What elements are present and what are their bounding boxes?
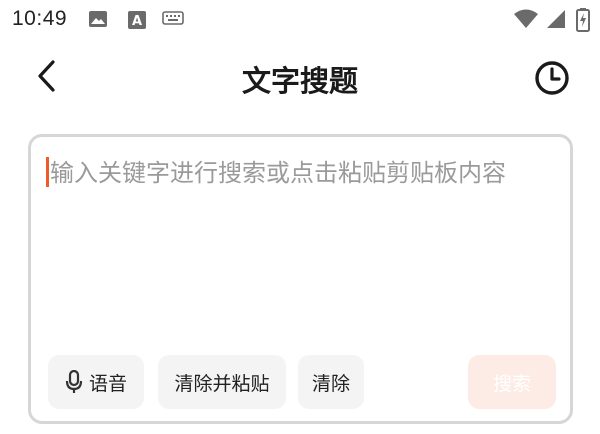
voice-button-label: 语音 <box>88 372 127 395</box>
search-input[interactable] <box>46 153 558 353</box>
wifi-icon <box>513 8 539 34</box>
search-input-area <box>46 153 558 353</box>
search-button[interactable]: 搜索 <box>468 355 556 409</box>
status-time: 10:49 <box>12 7 68 30</box>
text-caret <box>46 157 49 187</box>
search-card: 语音 清除并粘贴 清除 搜索 <box>28 134 573 424</box>
clear-and-paste-label: 清除并粘贴 <box>174 372 270 395</box>
image-icon <box>88 10 108 32</box>
battery-charging-icon <box>576 8 590 36</box>
clear-button[interactable]: 清除 <box>298 355 364 409</box>
search-button-label: 搜索 <box>492 372 531 395</box>
text-a-icon: A <box>127 10 147 34</box>
svg-text:A: A <box>132 14 142 29</box>
clock-icon <box>535 61 569 95</box>
signal-icon <box>545 8 567 34</box>
voice-button[interactable]: 语音 <box>48 355 144 409</box>
app-header: 文字搜题 <box>0 40 600 112</box>
clear-and-paste-button[interactable]: 清除并粘贴 <box>158 355 286 409</box>
history-button[interactable] <box>532 58 572 98</box>
page-title: 文字搜题 <box>241 64 358 98</box>
clear-button-label: 清除 <box>311 372 350 395</box>
status-bar: 10:49 A <box>0 0 600 40</box>
microphone-icon <box>65 370 83 394</box>
keyboard-icon <box>162 10 184 30</box>
